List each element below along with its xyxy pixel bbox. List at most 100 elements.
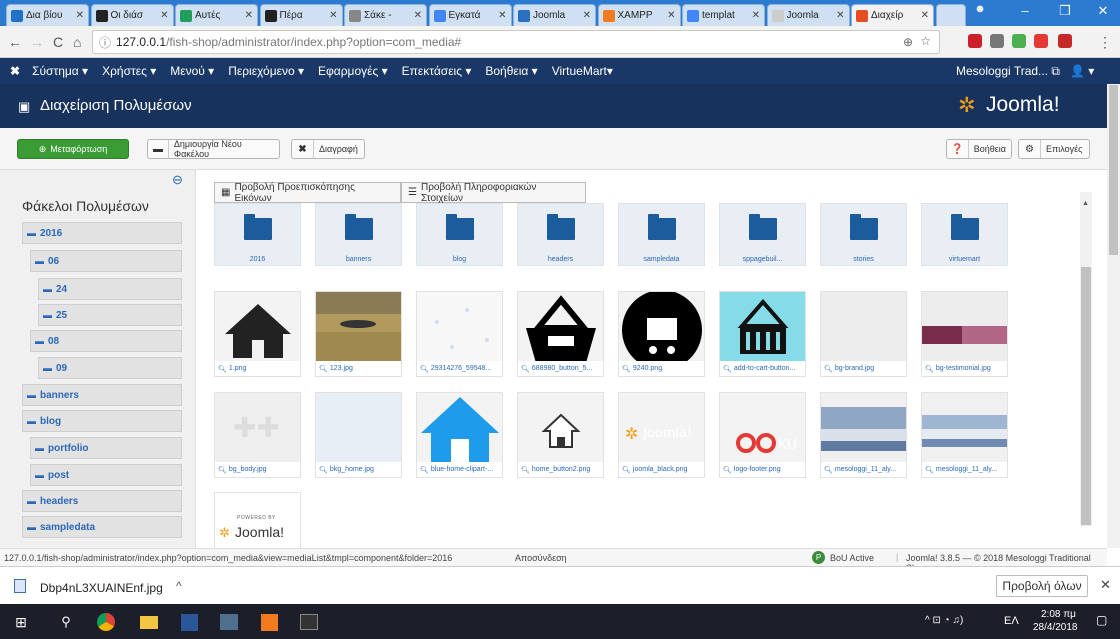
browser-tab[interactable]: Δια βίου ✕ bbox=[6, 4, 89, 26]
folder-tile[interactable]: headers bbox=[517, 203, 604, 266]
search-icon[interactable]: 🔍︎ bbox=[622, 365, 631, 373]
clock-time[interactable]: 2:08 πμ bbox=[1041, 609, 1076, 620]
search-icon[interactable]: 🔍︎ bbox=[824, 365, 833, 373]
sidebar-folder[interactable]: ▬ 24 bbox=[38, 278, 182, 300]
search-icon[interactable]: 🔍︎ bbox=[622, 466, 631, 474]
search-icon[interactable]: 🔍︎ bbox=[521, 466, 530, 474]
menu-item[interactable]: Περιεχόμενο ▾ bbox=[228, 64, 304, 78]
browser-menu-icon[interactable]: ⋮ bbox=[1098, 34, 1112, 51]
image-tile[interactable]: 🔍︎ add-to-cart-button... bbox=[719, 291, 806, 377]
terminal-icon[interactable] bbox=[298, 611, 320, 633]
sidebar-folder[interactable]: ▬ 09 bbox=[38, 357, 182, 379]
image-tile[interactable]: 🔍︎ home_button2.png bbox=[517, 392, 604, 478]
browser-tab[interactable]: Joomla ✕ bbox=[513, 4, 596, 26]
image-tile[interactable]: 🔍︎ mesologgi_11_aly... bbox=[820, 392, 907, 478]
camera-extension-icon[interactable] bbox=[990, 34, 1004, 48]
sidebar-folder[interactable]: ▬ 2016 bbox=[22, 222, 182, 244]
sidebar-folder[interactable]: ▬ banners bbox=[22, 384, 182, 406]
file-explorer-icon[interactable] bbox=[138, 611, 160, 633]
menu-item[interactable]: Χρήστες ▾ bbox=[102, 64, 156, 78]
close-tab-icon[interactable]: ✕ bbox=[414, 10, 422, 21]
folder-tile[interactable]: banners bbox=[315, 203, 402, 266]
image-tile[interactable]: 🔍︎ 9240.png bbox=[618, 291, 705, 377]
browser-tab[interactable]: Joomla ✕ bbox=[766, 4, 850, 26]
close-tab-icon[interactable]: ✕ bbox=[498, 10, 506, 21]
puzzle-extension-icon[interactable] bbox=[1012, 34, 1026, 48]
folder-tile[interactable]: blog bbox=[416, 203, 503, 266]
opera-extension-icon[interactable] bbox=[968, 34, 982, 48]
logout-link[interactable]: Αποσύνδεση bbox=[515, 553, 567, 563]
reload-icon[interactable]: C bbox=[53, 34, 63, 50]
thumbnail-view-button[interactable]: ▦ Προβολή Προεπισκόπησης Εικόνων bbox=[214, 182, 401, 204]
close-tab-icon[interactable]: ✕ bbox=[245, 10, 253, 21]
image-tile[interactable]: 🔍︎ 29314276_59548... bbox=[416, 291, 503, 377]
photos-icon[interactable] bbox=[218, 611, 240, 633]
menu-item[interactable]: VirtueMart▾ bbox=[552, 64, 613, 78]
media-scrollbar[interactable]: ▲ bbox=[1080, 192, 1092, 526]
close-tab-icon[interactable]: ✕ bbox=[752, 10, 760, 21]
user-icon[interactable]: 👤 ▾ bbox=[1070, 64, 1094, 78]
menu-item[interactable]: Επεκτάσεις ▾ bbox=[402, 64, 472, 78]
image-tile[interactable]: 🔍︎ 123.jpg bbox=[315, 291, 402, 377]
close-tab-icon[interactable]: ✕ bbox=[329, 10, 337, 21]
folder-tile[interactable]: stories bbox=[820, 203, 907, 266]
bookmark-star-icon[interactable]: ☆ bbox=[920, 34, 931, 48]
powered-by-joomla-tile[interactable]: POWERED BY ✲ Joomla! bbox=[214, 492, 301, 548]
close-tab-icon[interactable]: ✕ bbox=[583, 10, 591, 21]
back-icon[interactable]: ← bbox=[8, 34, 22, 50]
image-tile[interactable]: 🔍︎ 1.png bbox=[214, 291, 301, 377]
chrome-icon[interactable] bbox=[95, 611, 117, 633]
close-tab-icon[interactable]: ✕ bbox=[667, 10, 675, 21]
sidebar-folder[interactable]: ▬ sampledata bbox=[22, 516, 182, 538]
new-folder-button[interactable]: ▬ Δημιουργία Νέου Φακέλου bbox=[147, 139, 280, 159]
sidebar-folder[interactable]: ▬ post bbox=[30, 464, 182, 486]
clock-date[interactable]: 28/4/2018 bbox=[1033, 622, 1078, 633]
search-icon[interactable]: 🔍︎ bbox=[218, 365, 227, 373]
menu-item[interactable]: Βοήθεια ▾ bbox=[485, 64, 537, 78]
adobe-extension-icon[interactable] bbox=[1058, 34, 1072, 48]
new-tab-button[interactable] bbox=[935, 4, 966, 26]
close-tab-icon[interactable]: ✕ bbox=[836, 10, 844, 21]
browser-tab[interactable]: Διαχείρ ✕ bbox=[851, 4, 934, 26]
tray-icons[interactable]: ^ ⊡ ◔ ♫) bbox=[925, 615, 963, 626]
sidebar-folder[interactable]: ▬ 08 bbox=[30, 330, 182, 352]
home-icon[interactable]: ⌂ bbox=[73, 34, 81, 50]
minimize-icon[interactable]: – bbox=[1010, 3, 1040, 18]
image-tile[interactable]: 🔍︎ 688980_button_5... bbox=[517, 291, 604, 377]
xampp-icon[interactable] bbox=[258, 611, 280, 633]
collapse-sidebar-icon[interactable]: ⊖ bbox=[172, 172, 183, 188]
browser-tab[interactable]: Αυτές ✕ bbox=[175, 4, 258, 26]
sidebar-folder[interactable]: ▬ headers bbox=[22, 490, 182, 512]
image-tile[interactable]: 🔍︎ bkg_home.jpg bbox=[315, 392, 402, 478]
folder-tile[interactable]: 2016 bbox=[214, 203, 301, 266]
word-app-icon[interactable] bbox=[178, 611, 200, 633]
url-input[interactable]: ⓘ 127.0.0.1/fish-shop/administrator/inde… bbox=[92, 30, 940, 54]
browser-tab[interactable]: Σάκε - ✕ bbox=[344, 4, 427, 26]
search-icon[interactable]: 🔍︎ bbox=[319, 466, 328, 474]
image-tile[interactable]: 🔍︎ bg-testimonial.jpg bbox=[921, 291, 1008, 377]
search-icon[interactable]: 🔍︎ bbox=[319, 365, 328, 373]
zoom-icon[interactable]: ⊕ bbox=[903, 35, 913, 49]
image-tile[interactable]: 🔍︎ bg-brand.jpg bbox=[820, 291, 907, 377]
search-icon[interactable]: 🔍︎ bbox=[521, 365, 530, 373]
user-menu[interactable]: Mesologgi Trad... ⧉ bbox=[956, 64, 1060, 79]
forward-icon[interactable]: → bbox=[30, 34, 44, 50]
search-icon[interactable]: 🔍︎ bbox=[925, 466, 934, 474]
close-window-icon[interactable]: ✕ bbox=[1088, 3, 1118, 19]
show-all-downloads-button[interactable]: Προβολή όλων bbox=[996, 575, 1088, 597]
download-filename[interactable]: Dbp4nL3XUAINEnf.jpg bbox=[40, 581, 163, 595]
detail-view-button[interactable]: ☰ Προβολή Πληροφοριακών Στοιχείων bbox=[401, 182, 586, 204]
page-scrollbar[interactable] bbox=[1107, 84, 1120, 548]
help-button[interactable]: ❓ Βοήθεια bbox=[946, 139, 1012, 159]
image-tile[interactable]: 🔍︎ blue-home-clipart-... bbox=[416, 392, 503, 478]
menu-item[interactable]: Μενού ▾ bbox=[170, 64, 214, 78]
close-tab-icon[interactable]: ✕ bbox=[160, 10, 168, 21]
search-icon[interactable]: 🔍︎ bbox=[420, 365, 429, 373]
search-icon[interactable]: ⚲ bbox=[55, 611, 77, 633]
maximize-icon[interactable]: ❐ bbox=[1050, 3, 1080, 19]
browser-tab[interactable]: templat ✕ bbox=[682, 4, 765, 26]
search-icon[interactable]: 🔍︎ bbox=[420, 466, 429, 474]
browser-tab[interactable]: Οι διάσ ✕ bbox=[90, 4, 174, 26]
sidebar-folder[interactable]: ▬ 06 bbox=[30, 250, 182, 272]
joomla-menu-logo-icon[interactable]: ✖ bbox=[10, 64, 20, 78]
